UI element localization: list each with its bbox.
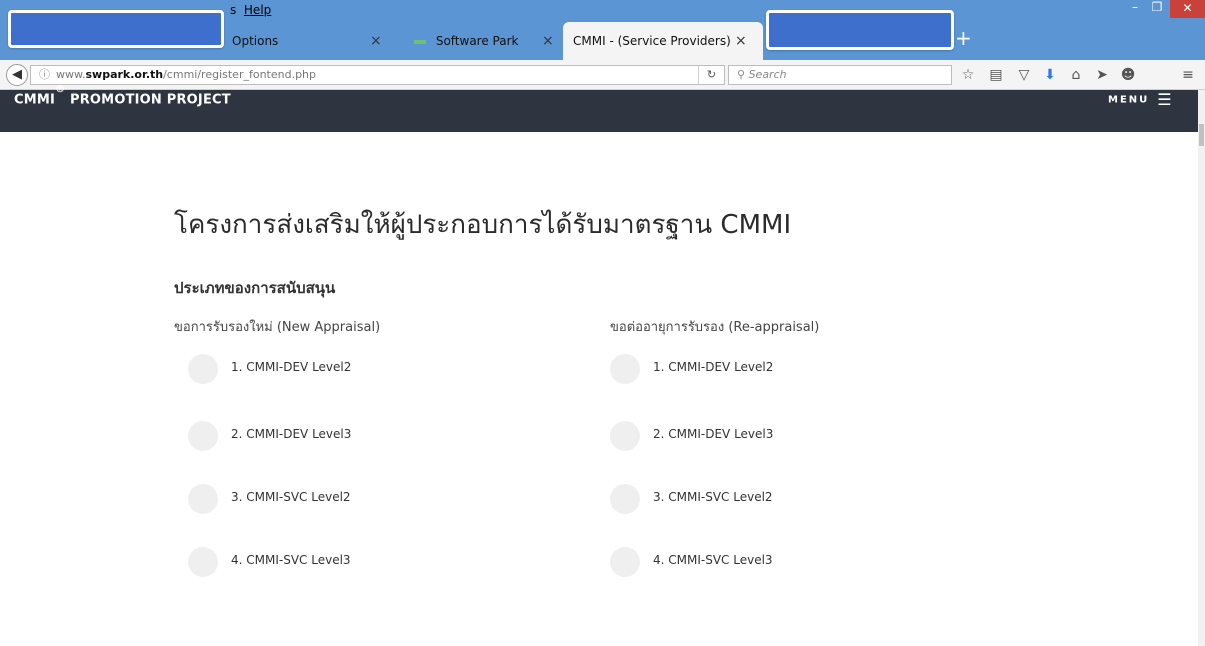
option-label: 2. CMMI-DEV Level3 [231, 427, 352, 441]
close-icon[interactable]: × [370, 22, 382, 60]
window-maximize-button[interactable]: ❐ [1146, 0, 1168, 18]
tab-cmmi-active[interactable]: CMMI - (Service Providers) × [563, 22, 763, 60]
radio-button[interactable] [188, 354, 218, 384]
send-icon[interactable]: ➤ [1092, 65, 1112, 85]
home-icon[interactable]: ⌂ [1066, 65, 1086, 85]
page-title: โครงการส่งเสริมให้ผู้ประกอบการได้รับมาตร… [174, 210, 792, 240]
browser-titlebar: s Help Options × Software Park Thailand … [0, 0, 1205, 86]
window-minimize-button[interactable]: – [1124, 0, 1146, 18]
new-appraisal-heading: ขอการรับรองใหม่ (New Appraisal) [174, 320, 381, 335]
tab-options[interactable]: Options × [222, 22, 407, 60]
tab-cmmi-label: CMMI - (Service Providers) [573, 34, 731, 48]
radio-button[interactable] [188, 547, 218, 577]
redacted-region-left [8, 10, 224, 48]
url-host: swpark.or.th [85, 68, 164, 81]
search-input[interactable]: ⚲ Search [728, 65, 952, 85]
radio-button[interactable] [610, 421, 640, 451]
registered-mark: ® [55, 84, 66, 95]
close-icon[interactable]: × [542, 22, 554, 60]
re-appraisal-heading: ขอต่ออายุการรับรอง (Re-appraisal) [610, 320, 820, 335]
emoji-icon[interactable]: ☻ [1118, 65, 1138, 85]
option-label: 3. CMMI-SVC Level2 [231, 490, 351, 504]
url-prefix: www. [56, 68, 86, 81]
pocket-icon[interactable]: ▽ [1014, 65, 1034, 85]
option-label: 2. CMMI-DEV Level3 [653, 427, 774, 441]
favicon-icon [414, 39, 426, 44]
navigation-bar: ◀ ⓘ www.swpark.or.th/cmmi/register_fonten… [0, 60, 1205, 90]
url-path: /cmmi/register_fontend.php [163, 68, 317, 81]
option-label: 1. CMMI-DEV Level2 [231, 360, 352, 374]
search-icon: ⚲ [737, 68, 746, 81]
radio-button[interactable] [610, 547, 640, 577]
option-label: 3. CMMI-SVC Level2 [653, 490, 773, 504]
radio-button[interactable] [610, 354, 640, 384]
site-info-icon[interactable]: ⓘ [39, 68, 50, 81]
reload-icon[interactable]: ↻ [698, 66, 724, 84]
menu-help-label: Help [243, 3, 272, 17]
page-scrollbar[interactable] [1198, 90, 1205, 646]
logo-suffix: PROMOTION PROJECT [65, 92, 231, 108]
radio-button[interactable] [188, 421, 218, 451]
scrollbar-thumb[interactable] [1199, 124, 1204, 146]
menu-label: MENU [1108, 94, 1150, 106]
menu-tools-fragment: s [230, 3, 237, 17]
close-icon[interactable]: × [735, 22, 747, 60]
back-button[interactable]: ◀ [6, 64, 28, 86]
option-label: 4. CMMI-SVC Level3 [653, 553, 773, 567]
back-arrow-icon: ◀ [12, 67, 22, 82]
search-placeholder: Search [748, 68, 787, 81]
tab-software-park[interactable]: Software Park Thailand × [400, 22, 570, 86]
hamburger-icon[interactable]: ≡ [1178, 65, 1198, 85]
option-label: 1. CMMI-DEV Level2 [653, 360, 774, 374]
new-tab-button[interactable]: + [955, 24, 972, 52]
site-header: CMMI® PROMOTION PROJECT MENU ☰ [0, 84, 1198, 132]
section-title: ประเภทของการสนับสนุน [174, 279, 336, 297]
menu-help[interactable]: s Help [226, 0, 271, 20]
radio-button[interactable] [610, 484, 640, 514]
hamburger-menu-icon: ☰ [1157, 90, 1172, 109]
radio-button[interactable] [188, 484, 218, 514]
window-close-button[interactable]: ✕ [1170, 0, 1205, 18]
redacted-region-right [766, 10, 954, 50]
option-label: 4. CMMI-SVC Level3 [231, 553, 351, 567]
site-logo[interactable]: CMMI® PROMOTION PROJECT [14, 84, 231, 132]
address-bar[interactable]: ⓘ www.swpark.or.th/cmmi/register_fontend.… [30, 65, 725, 85]
tab-options-label: Options [232, 34, 279, 48]
reading-list-icon[interactable]: ▤ [986, 65, 1006, 85]
download-icon[interactable]: ⬇ [1040, 65, 1060, 85]
star-icon[interactable]: ☆ [958, 65, 978, 85]
logo-text: CMMI [14, 92, 56, 108]
menu-button[interactable]: MENU ☰ [1108, 90, 1172, 132]
